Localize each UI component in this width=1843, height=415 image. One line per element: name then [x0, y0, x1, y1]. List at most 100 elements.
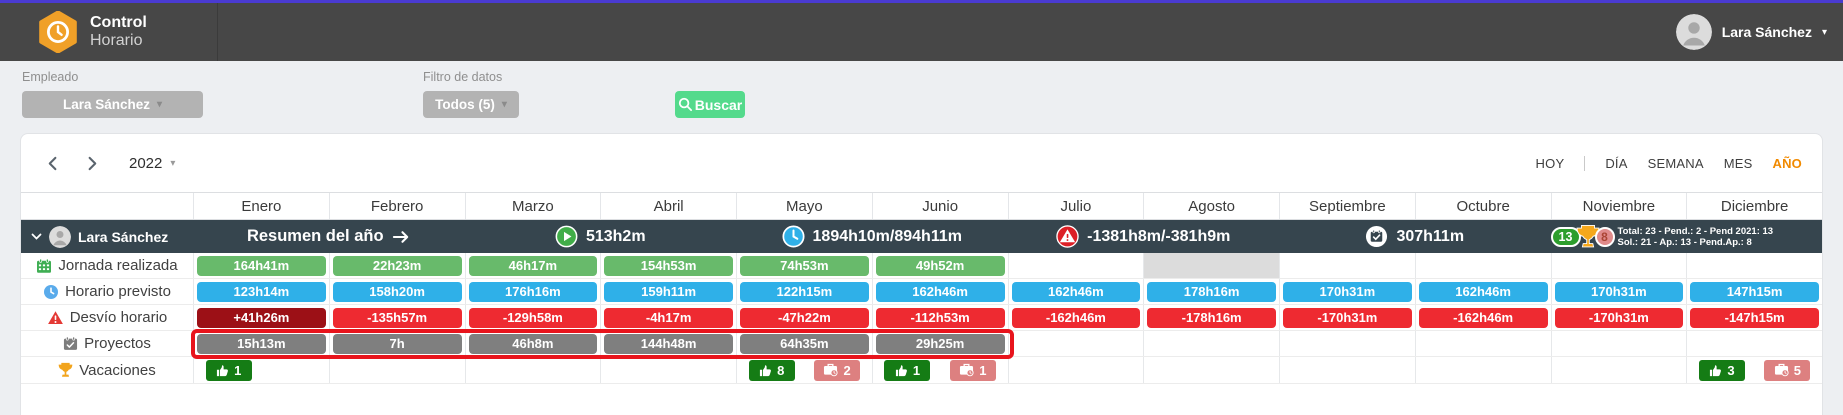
jornada-realizada-value-pill[interactable]: 164h41m: [197, 255, 326, 276]
vacation-approved-badge[interactable]: 1: [205, 359, 252, 381]
vacation-pending-badge[interactable]: 2: [814, 359, 861, 381]
proyectos-value-pill[interactable]: 46h8m: [468, 333, 598, 354]
desvio-horario-value-pill[interactable]: -162h46m: [1418, 307, 1548, 328]
desvio-horario-value-pill[interactable]: -135h57m: [332, 307, 462, 328]
vacations-pending-total-badge: 8: [1594, 226, 1615, 247]
horario-previsto-value-pill[interactable]: 158h20m: [332, 281, 462, 302]
badge-count: 8: [777, 362, 785, 378]
vacation-approved-badge[interactable]: 8: [748, 359, 795, 381]
proyectos-value-pill[interactable]: 64h35m: [740, 333, 869, 354]
desvio-horario-value-pill[interactable]: -147h15m: [1690, 307, 1819, 328]
desvio-horario-value-pill[interactable]: -162h46m: [1011, 307, 1141, 328]
cell-horario-previsto-4: 122h15m: [736, 279, 872, 304]
cell-desvio-horario-6: -162h46m: [1007, 305, 1144, 330]
proyectos-value-pill[interactable]: 7h: [332, 333, 462, 354]
row-label-jornada-realizada: Jornada realizada: [21, 253, 193, 278]
horario-previsto-value-pill[interactable]: 178h16m: [1147, 281, 1276, 302]
view-week[interactable]: SEMANA: [1648, 156, 1704, 171]
employee-row-header[interactable]: Lara Sánchez: [21, 220, 193, 253]
badge-count: 2: [843, 362, 851, 378]
employee-filter-label: Empleado: [22, 70, 79, 84]
horario-previsto-value-pill[interactable]: 162h46m: [875, 281, 1005, 302]
cell-vacaciones-8: [1279, 357, 1415, 383]
horario-previsto-value-pill[interactable]: 123h14m: [197, 281, 326, 302]
horario-previsto-value-pill[interactable]: 159h11m: [604, 281, 733, 302]
previous-year-button[interactable]: [41, 151, 65, 175]
cell-jornada-realizada-8: [1279, 253, 1415, 278]
proyectos-value-pill[interactable]: 144h48m: [604, 333, 733, 354]
jornada-realizada-value-pill[interactable]: 49h52m: [875, 255, 1005, 276]
vacation-approved-badge[interactable]: 1: [884, 359, 931, 381]
cell-horario-previsto-6: 162h46m: [1007, 279, 1144, 304]
badge-slot: 5: [1755, 359, 1820, 381]
desvio-horario-value-pill[interactable]: -170h31m: [1554, 307, 1684, 328]
jornada-realizada-value-pill[interactable]: 22h23m: [332, 255, 462, 276]
vacation-pending-badge[interactable]: 5: [1764, 359, 1811, 381]
table-row-desvio-horario: Desvío horario +41h26m -135h57m -129h58m -4h…: [21, 305, 1822, 331]
calendar-check-icon: [1365, 225, 1388, 248]
cell-desvio-horario-7: -178h16m: [1143, 305, 1279, 330]
cell-proyectos-6: [1007, 331, 1144, 356]
thumbs-up-icon: [216, 364, 229, 377]
month-header: Octubre: [1414, 193, 1551, 219]
cell-proyectos-5: 29h25m: [871, 331, 1008, 356]
cell-horario-previsto-0: 123h14m: [193, 279, 329, 304]
desvio-horario-value-pill[interactable]: -178h16m: [1147, 307, 1276, 328]
proyectos-value-pill[interactable]: 29h25m: [875, 333, 1005, 354]
jornada-realizada-value-pill[interactable]: 74h53m: [740, 255, 869, 276]
badge-count: 5: [1793, 362, 1801, 378]
badge-slot: 2: [804, 359, 869, 381]
horario-previsto-value-pill[interactable]: 162h46m: [1011, 281, 1141, 302]
cell-horario-previsto-8: 170h31m: [1279, 279, 1415, 304]
badge-slot: 1: [940, 359, 1005, 381]
jornada-realizada-value-pill[interactable]: 154h53m: [604, 255, 733, 276]
desvio-horario-value-pill[interactable]: -47h22m: [740, 307, 869, 328]
desvio-horario-value-pill[interactable]: -112h53m: [875, 307, 1005, 328]
table-row-proyectos: Proyectos 15h13m 7h 46h8m 144h48m 64h35m 29h25…: [21, 331, 1822, 357]
briefcase-clock-icon: [823, 363, 839, 377]
next-year-button[interactable]: [79, 151, 103, 175]
horario-previsto-value-pill[interactable]: 176h16m: [468, 281, 598, 302]
cell-jornada-realizada-1: 22h23m: [328, 253, 465, 278]
view-year[interactable]: AÑO: [1773, 156, 1803, 171]
proyectos-value-pill[interactable]: 15h13m: [197, 333, 326, 354]
desvio-horario-value-pill[interactable]: -129h58m: [468, 307, 598, 328]
cell-proyectos-3: 144h48m: [600, 331, 736, 356]
summary-projects-value: 307h11m: [1396, 227, 1465, 245]
app-brand[interactable]: Control Horario: [0, 3, 218, 61]
cell-horario-previsto-9: 162h46m: [1414, 279, 1551, 304]
view-month[interactable]: MES: [1724, 156, 1753, 171]
horario-previsto-value-pill[interactable]: 170h31m: [1283, 281, 1412, 302]
summary-scheduled-hours: 1894h10m/894h11m: [736, 220, 1008, 253]
month-header: Enero: [193, 193, 329, 219]
clock-blue-icon: [43, 284, 59, 300]
year-summary-link[interactable]: Resumen del año: [193, 220, 465, 253]
horario-previsto-value-pill[interactable]: 122h15m: [740, 281, 869, 302]
view-today[interactable]: HOY: [1536, 156, 1565, 171]
cell-jornada-realizada-9: [1414, 253, 1551, 278]
vacation-pending-badge[interactable]: 1: [949, 359, 996, 381]
year-picker[interactable]: 2022 ▾: [129, 155, 175, 172]
employee-select[interactable]: Lara Sánchez ▾: [22, 91, 203, 118]
horario-previsto-value-pill[interactable]: 162h46m: [1418, 281, 1548, 302]
horario-previsto-value-pill[interactable]: 147h15m: [1690, 281, 1819, 302]
month-header: Marzo: [464, 193, 601, 219]
desvio-horario-value-pill[interactable]: +41h26m: [197, 307, 326, 328]
vacation-approved-badge[interactable]: 3: [1698, 359, 1745, 381]
cell-proyectos-10: [1550, 331, 1687, 356]
desvio-horario-value-pill[interactable]: -170h31m: [1283, 307, 1412, 328]
app-logo-icon: [38, 11, 78, 53]
brand-line1: Control: [90, 14, 147, 31]
jornada-realizada-value-pill[interactable]: 46h17m: [468, 255, 598, 276]
chevron-down-icon: ▾: [1821, 26, 1827, 38]
cell-proyectos-1: 7h: [328, 331, 465, 356]
cell-vacaciones-11: 35: [1686, 357, 1822, 383]
view-day[interactable]: DÍA: [1605, 156, 1627, 171]
horario-previsto-value-pill[interactable]: 170h31m: [1554, 281, 1684, 302]
year-summary-text: Resumen del año: [246, 227, 384, 245]
user-menu[interactable]: Lara Sánchez ▾: [1675, 14, 1843, 50]
search-button[interactable]: Buscar: [675, 91, 745, 118]
cell-proyectos-4: 64h35m: [736, 331, 872, 356]
desvio-horario-value-pill[interactable]: -4h17m: [604, 307, 733, 328]
data-filter-select[interactable]: Todos (5) ▾: [423, 91, 519, 118]
